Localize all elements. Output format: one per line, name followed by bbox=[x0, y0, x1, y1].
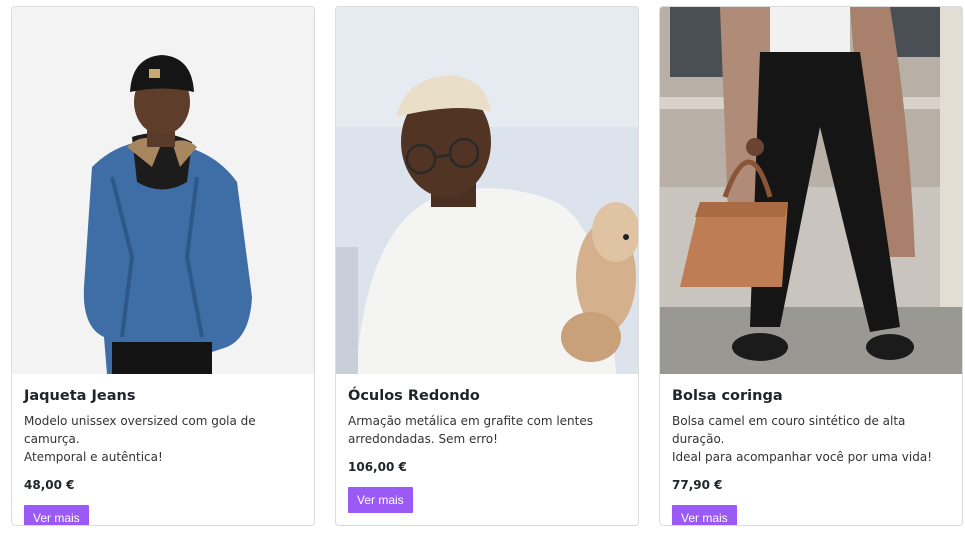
product-description-line: Modelo unissex oversized com gola de cam… bbox=[24, 414, 256, 446]
product-price: 48,00 € bbox=[24, 478, 75, 492]
product-price: 106,00 € bbox=[348, 460, 407, 474]
product-description-line: arredondadas. Sem erro! bbox=[348, 432, 498, 446]
product-description-line: Armação metálica em grafite com lentes bbox=[348, 414, 594, 428]
product-card: Bolsa coringa Bolsa camel em couro sinté… bbox=[659, 6, 963, 526]
product-title: Jaqueta Jeans bbox=[24, 388, 136, 404]
product-title: Óculos Redondo bbox=[348, 388, 480, 404]
product-card-body: Óculos Redondo Armação metálica em grafi… bbox=[348, 374, 628, 513]
product-description-line: Atemporal e autêntica! bbox=[24, 450, 163, 464]
product-image-jacket bbox=[12, 7, 314, 374]
product-description: Modelo unissex oversized com gola de cam… bbox=[24, 412, 304, 466]
product-card: Jaqueta Jeans Modelo unissex oversized c… bbox=[11, 6, 315, 526]
ver-mais-button[interactable]: Ver mais bbox=[24, 505, 89, 525]
product-grid: Jaqueta Jeans Modelo unissex oversized c… bbox=[0, 0, 965, 534]
product-card: Óculos Redondo Armação metálica em grafi… bbox=[335, 6, 639, 526]
ver-mais-button[interactable]: Ver mais bbox=[672, 505, 737, 525]
product-image-bag bbox=[660, 7, 962, 374]
product-description-line: Bolsa camel em couro sintético de alta d… bbox=[672, 414, 906, 446]
product-description-line: Ideal para acompanhar você por uma vida! bbox=[672, 450, 933, 464]
product-description: Bolsa camel em couro sintético de alta d… bbox=[672, 412, 952, 466]
product-title: Bolsa coringa bbox=[672, 388, 783, 404]
product-price: 77,90 € bbox=[672, 478, 723, 492]
product-card-body: Jaqueta Jeans Modelo unissex oversized c… bbox=[24, 374, 304, 525]
product-card-body: Bolsa coringa Bolsa camel em couro sinté… bbox=[672, 374, 952, 525]
ver-mais-button[interactable]: Ver mais bbox=[348, 487, 413, 513]
product-description: Armação metálica em grafite com lentes a… bbox=[348, 412, 628, 448]
product-image-glasses bbox=[336, 7, 638, 374]
